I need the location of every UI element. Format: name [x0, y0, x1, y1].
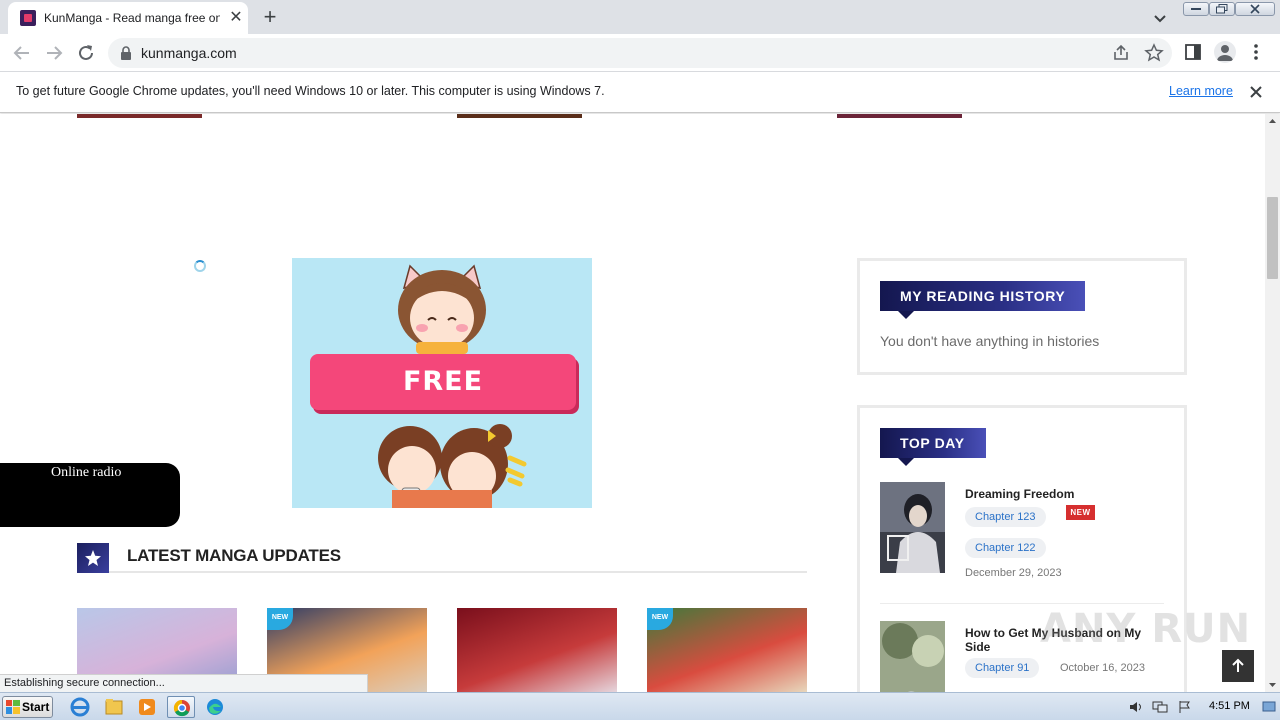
browser-tab[interactable]: KunManga - Read manga free online ✕	[8, 2, 248, 34]
show-desktop-icon[interactable]	[1262, 700, 1276, 714]
system-tray: 4:51 PM	[1122, 693, 1280, 721]
learn-more-link[interactable]: Learn more	[1169, 84, 1233, 98]
ad-banner[interactable]: FREE	[292, 258, 592, 508]
new-tab-icon[interactable]: +	[258, 5, 282, 29]
new-badge: NEW	[1066, 505, 1095, 520]
widget-title: TOP DAY	[880, 428, 986, 466]
forward-arrow-icon[interactable]	[42, 41, 66, 65]
chrome-taskbar-button[interactable]	[167, 696, 195, 718]
star-icon	[77, 543, 109, 573]
update-date: December 29, 2023	[965, 567, 1062, 579]
manga-card[interactable]: NEW	[647, 608, 807, 692]
online-radio-label: Online radio	[51, 465, 122, 480]
manga-thumb-strip[interactable]	[77, 114, 202, 118]
chapter-chip[interactable]: Chapter 123	[965, 507, 1046, 527]
reading-history-widget: MY READING HISTORY You don't have anythi…	[857, 258, 1187, 375]
windows-taskbar: Start 4:51 PM	[0, 692, 1280, 720]
lock-icon[interactable]	[120, 46, 132, 60]
share-icon[interactable]	[1112, 44, 1130, 62]
tab-strip: KunManga - Read manga free online ✕ +	[0, 0, 1280, 34]
internet-explorer-icon[interactable]	[66, 696, 94, 718]
infobar-message: To get future Google Chrome updates, you…	[16, 84, 605, 98]
windows-flag-icon	[6, 700, 20, 714]
window-restore-button[interactable]	[1209, 2, 1235, 16]
section-title: LATEST MANGA UPDATES	[127, 546, 341, 565]
kunmanga-favicon-icon	[20, 10, 36, 26]
chrome-icon	[173, 699, 190, 717]
scroll-up-arrow-icon[interactable]	[1265, 114, 1280, 129]
manga-cover-image[interactable]	[880, 482, 945, 573]
scroll-down-arrow-icon[interactable]	[1265, 677, 1280, 692]
watermark-text: ANY RUN	[1040, 606, 1252, 652]
window-close-button[interactable]	[1235, 2, 1275, 16]
new-badge: NEW	[647, 608, 673, 630]
window-minimize-button[interactable]	[1183, 2, 1209, 16]
kebab-menu-icon[interactable]	[1248, 43, 1264, 61]
browser-toolbar: kunmanga.com	[0, 34, 1280, 72]
manga-thumb-strip[interactable]	[837, 114, 962, 118]
taskbar-clock[interactable]: 4:51 PM	[1209, 700, 1250, 712]
chapter-chip[interactable]: Chapter 91	[965, 658, 1040, 678]
network-icon[interactable]	[1152, 700, 1168, 714]
ad-free-button[interactable]: FREE	[310, 354, 576, 410]
reload-icon[interactable]	[74, 41, 98, 65]
file-explorer-icon[interactable]	[100, 696, 128, 718]
url-text[interactable]: kunmanga.com	[141, 45, 237, 61]
status-bubble: Establishing secure connection...	[0, 674, 368, 692]
close-icon[interactable]	[1247, 83, 1265, 101]
media-player-icon[interactable]	[133, 696, 161, 718]
scrollbar-thumb[interactable]	[1267, 197, 1278, 279]
tab-search-chevron-icon[interactable]	[1150, 8, 1170, 28]
history-empty-text: You don't have anything in histories	[880, 333, 1100, 349]
start-label: Start	[22, 700, 50, 714]
new-badge: NEW	[267, 608, 293, 630]
tab-close-icon[interactable]: ✕	[226, 8, 246, 28]
back-to-top-button[interactable]	[1222, 650, 1254, 682]
manga-cover-image[interactable]	[880, 621, 945, 692]
vertical-scrollbar[interactable]	[1265, 114, 1280, 692]
start-button[interactable]: Start	[2, 696, 53, 718]
bookmark-star-icon[interactable]	[1144, 43, 1164, 63]
edge-icon[interactable]	[201, 696, 229, 718]
online-radio-widget[interactable]: Online radio	[0, 463, 180, 527]
top-item-title[interactable]: Dreaming Freedom	[965, 487, 1165, 501]
loading-spinner-icon	[194, 260, 206, 272]
tab-title: KunManga - Read manga free online	[44, 11, 220, 25]
latest-updates-header: LATEST MANGA UPDATES	[77, 543, 807, 573]
manga-card[interactable]	[457, 608, 617, 692]
profile-avatar-icon[interactable]	[1214, 41, 1236, 63]
address-bar[interactable]: kunmanga.com	[108, 38, 1172, 68]
volume-icon[interactable]	[1128, 700, 1144, 714]
manga-thumb-strip[interactable]	[457, 114, 582, 118]
update-date: October 16, 2023	[1060, 662, 1146, 674]
chapter-chip[interactable]: Chapter 122	[965, 538, 1046, 558]
update-infobar: To get future Google Chrome updates, you…	[0, 72, 1280, 113]
widget-title: MY READING HISTORY	[880, 281, 1085, 319]
action-center-flag-icon[interactable]	[1178, 700, 1192, 714]
arrow-up-icon	[1232, 658, 1244, 672]
side-panel-icon[interactable]	[1184, 43, 1202, 61]
back-arrow-icon[interactable]	[10, 41, 34, 65]
divider	[880, 603, 1164, 604]
